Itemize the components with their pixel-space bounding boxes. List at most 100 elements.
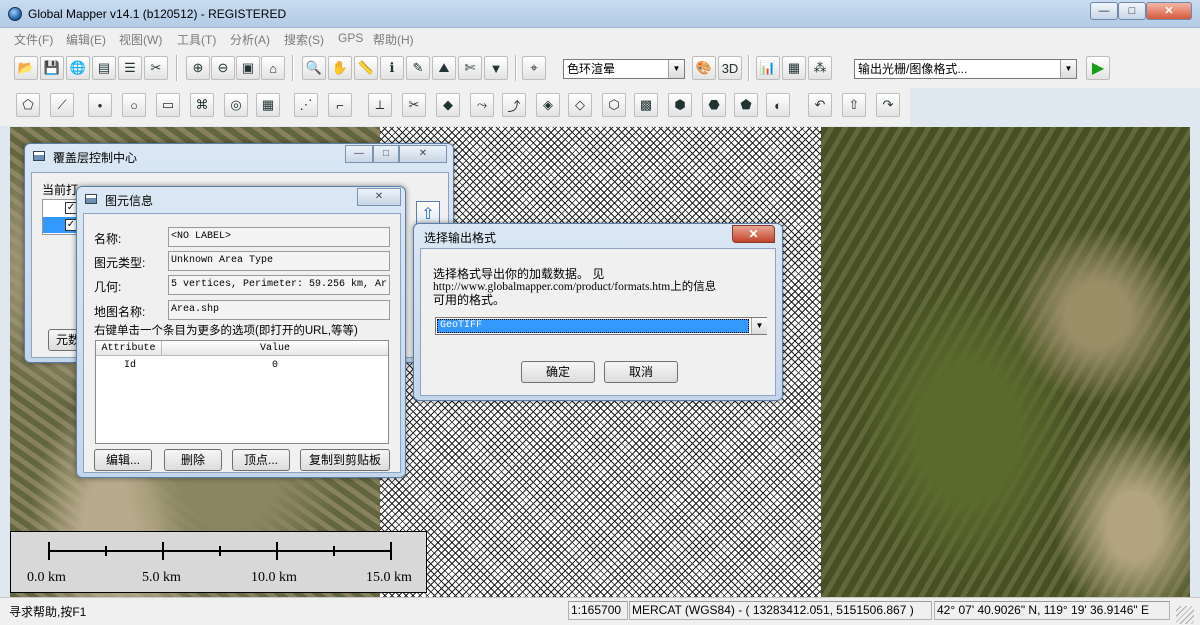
- format-select[interactable]: GeoTIFF ▼: [435, 317, 767, 335]
- attribute-table[interactable]: Attribute Value Id 0: [95, 340, 389, 444]
- create-rect-icon[interactable]: ▭: [156, 93, 180, 117]
- export-select-value: 输出光栅/图像格式...: [858, 62, 968, 76]
- menu-tools[interactable]: 工具(T): [177, 31, 216, 48]
- zoom-full-icon[interactable]: ▣: [236, 56, 260, 80]
- line-edit-icon[interactable]: ⟂: [368, 93, 392, 117]
- layer-list[interactable]: ✓ ✓: [42, 199, 80, 235]
- layer-icon[interactable]: ▦: [782, 56, 806, 80]
- type-field[interactable]: Unknown Area Type: [168, 251, 390, 271]
- digitizer-icon[interactable]: ✎: [406, 56, 430, 80]
- open-folder-icon[interactable]: 📂: [14, 56, 38, 80]
- create-circle-icon[interactable]: ○: [122, 93, 146, 117]
- image-swipe-icon[interactable]: ✄: [458, 56, 482, 80]
- cut-line-icon[interactable]: ⤴: [502, 93, 526, 117]
- move-feature-icon[interactable]: ⇧: [842, 93, 866, 117]
- menu-file[interactable]: 文件(F): [14, 31, 53, 48]
- window-icon: [85, 194, 97, 204]
- join-line-icon[interactable]: ⤳: [470, 93, 494, 117]
- edit-button[interactable]: 编辑...: [94, 449, 152, 471]
- zoom-tool-icon[interactable]: 🔍: [302, 56, 326, 80]
- zoom-in-icon[interactable]: ⊕: [186, 56, 210, 80]
- globe-app-icon: [8, 7, 22, 21]
- close-button[interactable]: ✕: [399, 145, 447, 163]
- area-split-icon[interactable]: ◈: [536, 93, 560, 117]
- message-line-3: 可用的格式。: [433, 293, 506, 307]
- layer-row[interactable]: ✓: [43, 200, 79, 216]
- grid-icon[interactable]: ⁂: [808, 56, 832, 80]
- layer-row-selected[interactable]: ✓: [43, 217, 79, 233]
- maximize-button[interactable]: □: [1118, 2, 1146, 20]
- menu-search[interactable]: 搜索(S): [284, 31, 324, 48]
- menu-edit[interactable]: 编辑(E): [66, 31, 106, 48]
- create-ring-icon[interactable]: ◎: [224, 93, 248, 117]
- zoom-out-icon[interactable]: ⊖: [211, 56, 235, 80]
- feature-info-icon[interactable]: ℹ: [380, 56, 404, 80]
- close-button[interactable]: ✕: [1146, 2, 1192, 20]
- config-icon[interactable]: ☰: [118, 56, 142, 80]
- area-buffer-icon[interactable]: ⬟: [734, 93, 758, 117]
- vertex-edit-icon[interactable]: ⋰: [294, 93, 318, 117]
- chevron-down-icon[interactable]: ▼: [668, 60, 684, 78]
- create-area-icon[interactable]: ⬠: [16, 93, 40, 117]
- area-combine-icon[interactable]: ◇: [568, 93, 592, 117]
- menu-help[interactable]: 帮助(H): [373, 31, 414, 48]
- geometry-field[interactable]: 5 vertices, Perimeter: 59.256 km, Ar: [168, 275, 390, 295]
- resize-grip[interactable]: [1176, 606, 1194, 624]
- menu-gps[interactable]: GPS: [338, 31, 363, 45]
- map-name-field[interactable]: Area.shp: [168, 300, 390, 320]
- area-shape-icon[interactable]: ◆: [436, 93, 460, 117]
- delete-button[interactable]: 删除: [164, 449, 222, 471]
- pan-hand-icon[interactable]: ✋: [328, 56, 352, 80]
- maximize-button[interactable]: □: [373, 145, 399, 163]
- measure-icon[interactable]: 📏: [354, 56, 378, 80]
- overlay-label: 当前打: [42, 183, 79, 197]
- rotate-left-icon[interactable]: ↶: [808, 93, 832, 117]
- minimize-button[interactable]: —: [1090, 2, 1118, 20]
- create-point-icon[interactable]: •: [88, 93, 112, 117]
- area-crop-icon[interactable]: ⬡: [602, 93, 626, 117]
- 3d-path-icon[interactable]: ▼: [484, 56, 508, 80]
- print-icon[interactable]: ▤: [92, 56, 116, 80]
- scale-tick: [219, 546, 221, 556]
- area-fill-icon[interactable]: ⬣: [702, 93, 726, 117]
- 3d-view-icon[interactable]: 3D: [718, 56, 742, 80]
- cancel-button[interactable]: 取消: [604, 361, 678, 383]
- scale-label: 10.0 km: [251, 570, 297, 585]
- move-vertex-icon[interactable]: ⌐: [328, 93, 352, 117]
- save-icon[interactable]: 💾: [40, 56, 64, 80]
- close-button[interactable]: ✕: [357, 188, 401, 206]
- export-format-select[interactable]: 输出光栅/图像格式... ▼: [854, 59, 1077, 79]
- copy-clipboard-button[interactable]: 复制到剪贴板: [300, 449, 390, 471]
- shader-select[interactable]: 色环渲晕 ▼: [563, 59, 685, 79]
- ok-button[interactable]: 确定: [521, 361, 595, 383]
- home-icon[interactable]: ⌂: [261, 56, 285, 80]
- chart-icon[interactable]: 📊: [756, 56, 780, 80]
- split-line-icon[interactable]: ✂: [402, 93, 426, 117]
- area-grid-icon[interactable]: ▩: [634, 93, 658, 117]
- redo-icon[interactable]: ↷: [876, 93, 900, 117]
- grid-mesh-icon[interactable]: ▦: [256, 93, 280, 117]
- export-format-dialog: 选择输出格式 ✕ 选择格式导出你的加载数据。 见 http://www.glob…: [413, 223, 783, 401]
- path-profile-icon[interactable]: ⛰: [432, 56, 456, 80]
- vertices-button[interactable]: 顶点...: [232, 449, 290, 471]
- name-field[interactable]: <NO LABEL>: [168, 227, 390, 247]
- column-header[interactable]: Attribute: [96, 341, 162, 356]
- chevron-down-icon[interactable]: ▼: [751, 318, 767, 334]
- area-smooth-icon[interactable]: ◐: [766, 93, 790, 117]
- shader-palette-icon[interactable]: 🎨: [692, 56, 716, 80]
- menu-view[interactable]: 视图(W): [119, 31, 162, 48]
- scale-tick: [48, 542, 50, 560]
- minimize-button[interactable]: —: [345, 145, 373, 163]
- create-code-icon[interactable]: ⌘: [190, 93, 214, 117]
- menu-analysis[interactable]: 分析(A): [230, 31, 270, 48]
- chevron-down-icon[interactable]: ▼: [1060, 60, 1076, 78]
- web-globe-icon[interactable]: 🌐: [66, 56, 90, 80]
- table-row[interactable]: Id 0: [96, 358, 388, 373]
- area-merge-icon[interactable]: ⬢: [668, 93, 692, 117]
- run-play-icon[interactable]: ▶: [1086, 56, 1110, 80]
- column-header[interactable]: Value: [162, 341, 388, 356]
- close-button[interactable]: ✕: [732, 225, 775, 243]
- tools-icon[interactable]: ✂: [144, 56, 168, 80]
- create-line-icon[interactable]: ⟋: [50, 93, 74, 117]
- binoculars-icon[interactable]: ⌖: [522, 56, 546, 80]
